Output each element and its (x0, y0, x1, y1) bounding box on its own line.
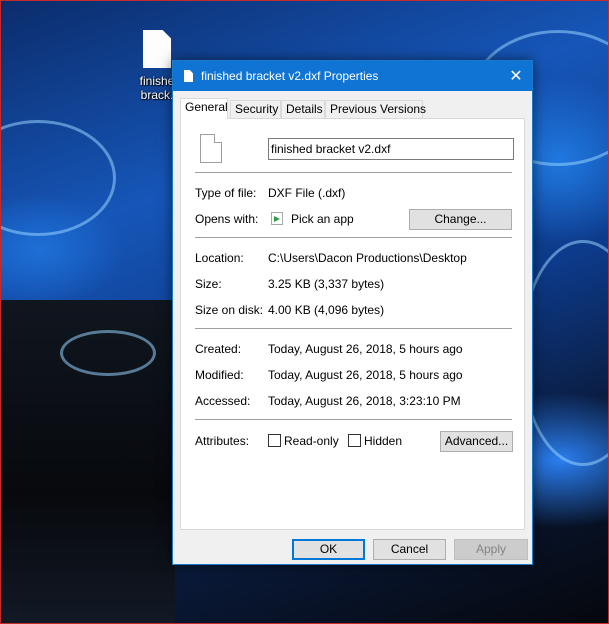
dialog-titlebar[interactable]: finished bracket v2.dxf Properties ✕ (173, 61, 532, 91)
file-type-icon (200, 134, 222, 163)
size-value: 3.25 KB (3,337 bytes) (268, 277, 385, 291)
desktop-file-label-line2: brack. (140, 88, 174, 102)
pick-app-icon (271, 212, 283, 225)
change-button[interactable]: Change... (409, 209, 512, 230)
cancel-button[interactable]: Cancel (373, 539, 446, 560)
document-icon (143, 30, 171, 68)
attributes-label: Attributes: (195, 434, 250, 448)
tab-previous-versions[interactable]: Previous Versions (325, 100, 426, 118)
divider (195, 328, 512, 329)
close-icon[interactable]: ✕ (500, 61, 532, 91)
wallpaper-ring (520, 240, 609, 466)
hidden-label: Hidden (364, 434, 403, 448)
divider (195, 419, 512, 420)
tab-security[interactable]: Security (230, 100, 281, 118)
size-label: Size: (195, 277, 222, 291)
apply-button[interactable]: Apply (454, 539, 528, 560)
readonly-label: Read-only (284, 434, 339, 448)
type-of-file-label: Type of file: (195, 186, 257, 200)
dialog-title: finished bracket v2.dxf Properties (201, 69, 379, 83)
file-name-input[interactable] (268, 138, 514, 160)
created-label: Created: (195, 342, 242, 356)
size-on-disk-label: Size on disk: (195, 303, 264, 317)
ok-button[interactable]: OK (292, 539, 365, 560)
accessed-label: Accessed: (195, 394, 251, 408)
size-on-disk-value: 4.00 KB (4,096 bytes) (268, 303, 385, 317)
general-tab-panel: Type of file: DXF File (.dxf) Opens with… (180, 118, 525, 530)
tab-general[interactable]: General (180, 98, 228, 119)
wallpaper-ring (0, 120, 116, 236)
opens-with-value: Pick an app (291, 212, 354, 226)
wallpaper-ring (60, 330, 156, 376)
divider (195, 237, 512, 238)
modified-label: Modified: (195, 368, 244, 382)
advanced-button[interactable]: Advanced... (440, 431, 513, 452)
readonly-checkbox[interactable] (268, 434, 281, 447)
hidden-checkbox[interactable] (348, 434, 361, 447)
accessed-value: Today, August 26, 2018, 3:23:10 PM (268, 394, 461, 408)
desktop-file-icon[interactable]: finishe brack. (138, 30, 176, 102)
modified-value: Today, August 26, 2018, 5 hours ago (268, 368, 463, 382)
location-label: Location: (195, 251, 244, 265)
properties-dialog: finished bracket v2.dxf Properties ✕ Gen… (172, 60, 533, 565)
opens-with-label: Opens with: (195, 212, 259, 226)
location-value: C:\Users\Dacon Productions\Desktop (268, 251, 467, 265)
type-of-file-value: DXF File (.dxf) (268, 186, 346, 200)
divider (195, 172, 512, 173)
document-icon (184, 70, 193, 82)
created-value: Today, August 26, 2018, 5 hours ago (268, 342, 463, 356)
desktop-file-label-line1: finishe (139, 74, 175, 88)
tab-details[interactable]: Details (281, 100, 325, 118)
